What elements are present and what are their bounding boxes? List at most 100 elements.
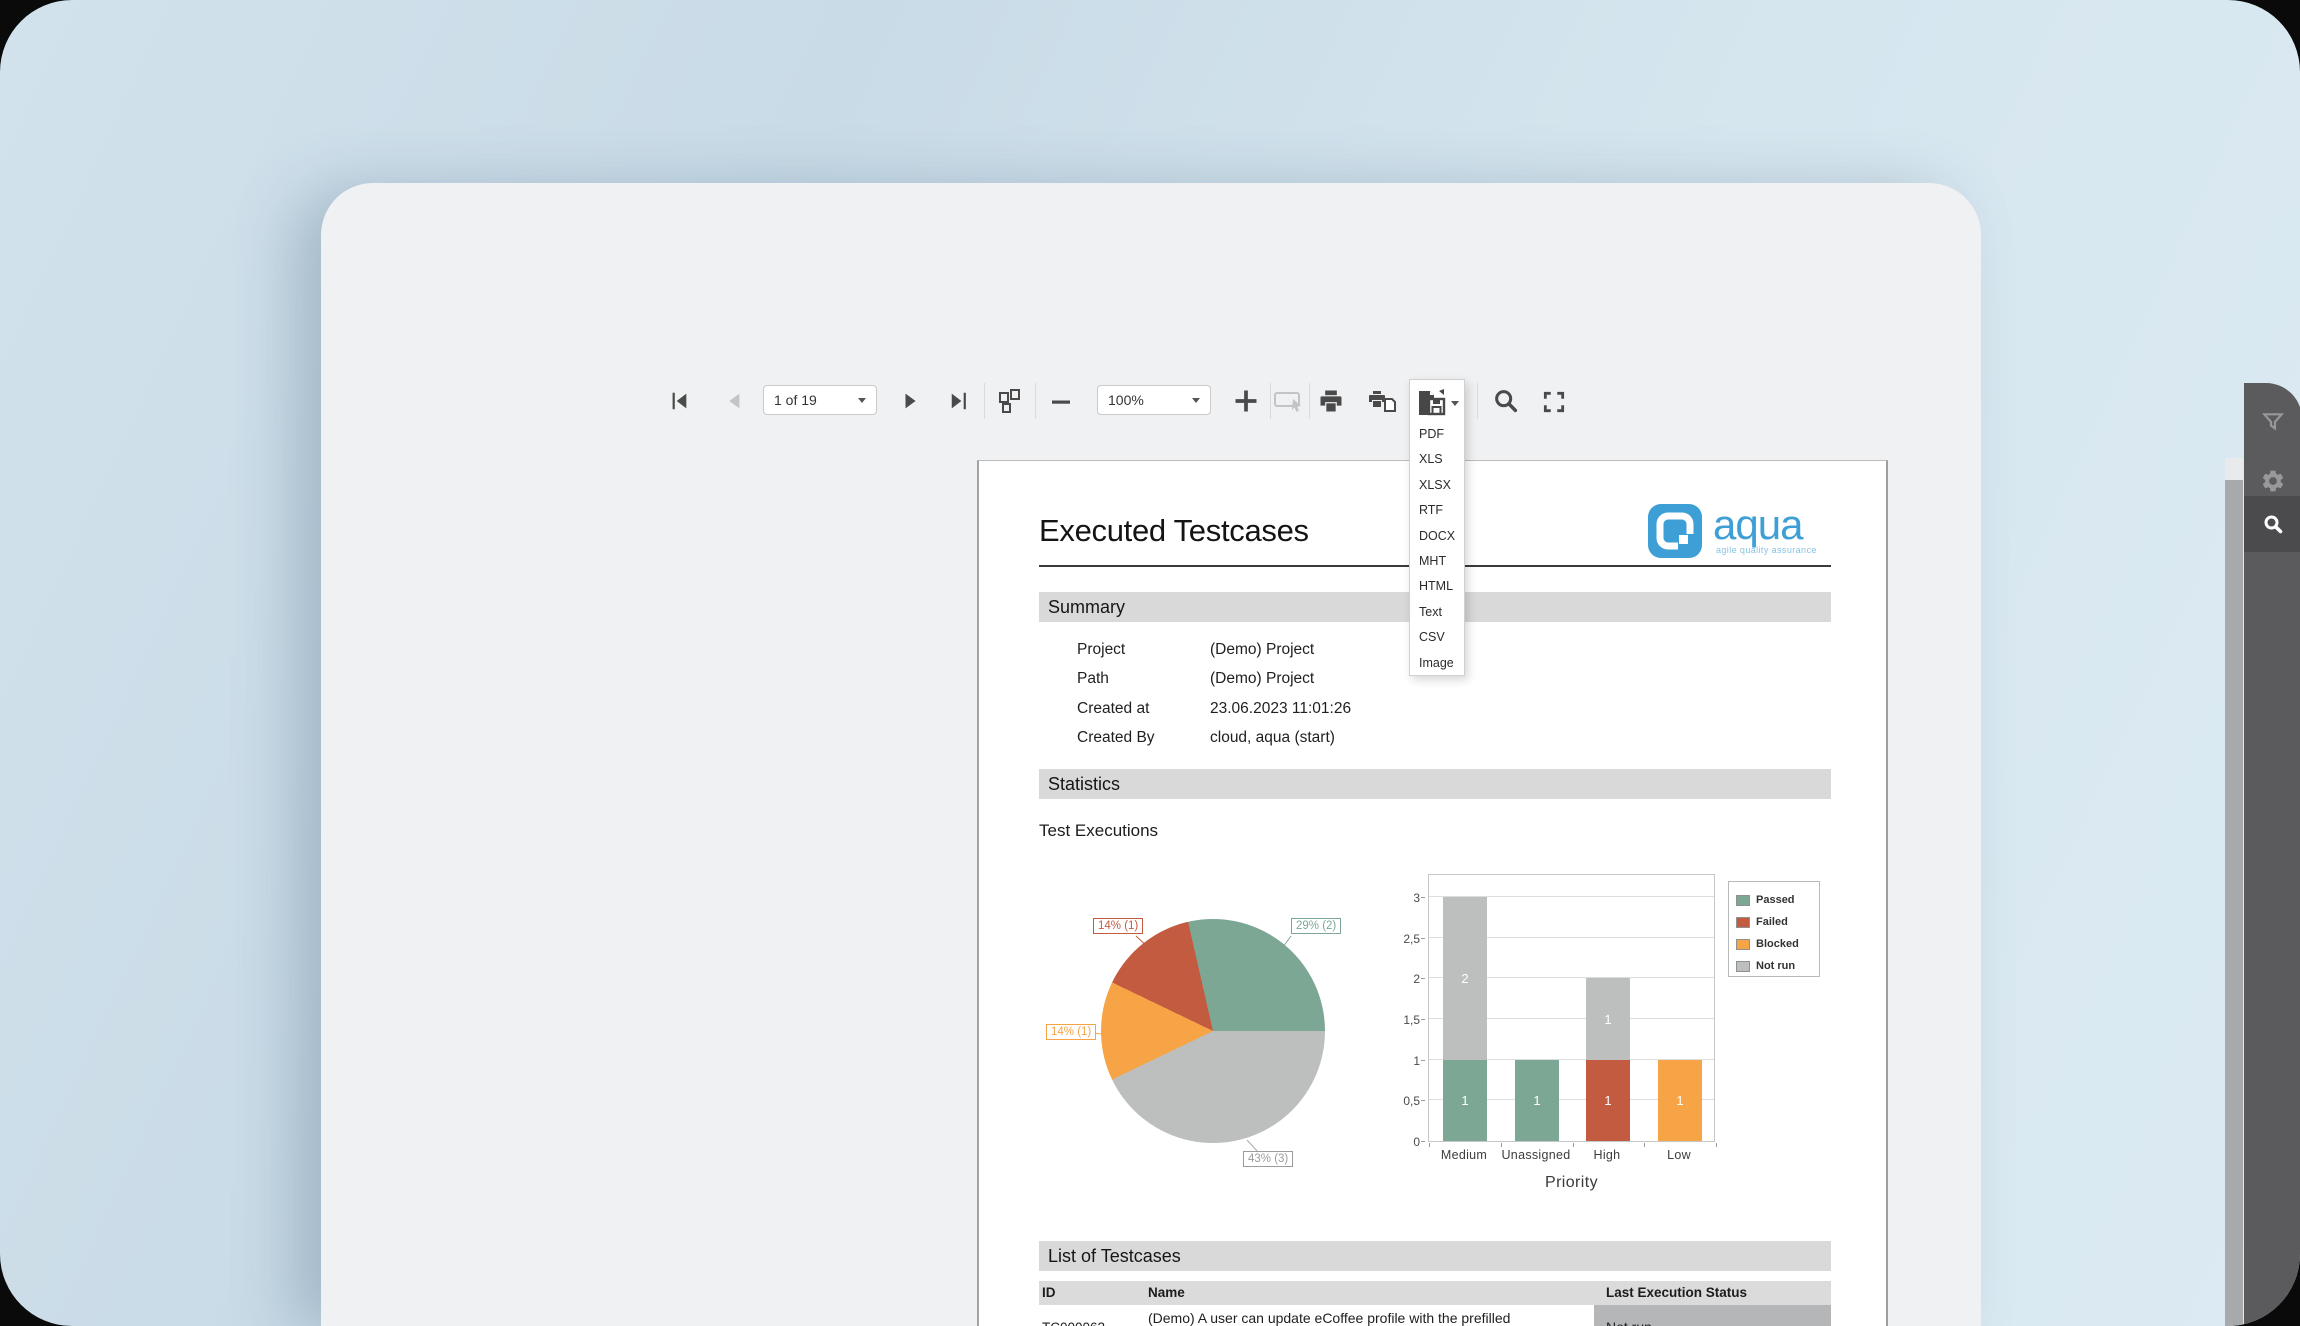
export-dropdown: PDFXLSXLSXRTFDOCXMHTHTMLTextCSVImage	[1409, 379, 1465, 676]
bar-plot: 121111	[1428, 874, 1715, 1142]
toolbar-separator	[1477, 383, 1478, 419]
table-header: ID Name Last Execution Status	[1039, 1281, 1831, 1305]
zoom-select[interactable]: 100%	[1097, 385, 1211, 415]
fullscreen-icon	[1541, 389, 1567, 415]
bar-segment: 1	[1658, 1060, 1702, 1141]
page-select[interactable]: 1 of 19	[763, 385, 877, 415]
legend-swatch	[1736, 917, 1750, 928]
bar-segment: 1	[1515, 1060, 1559, 1141]
legend-swatch	[1736, 939, 1750, 950]
print-page-icon	[1367, 387, 1399, 415]
first-page-button[interactable]	[665, 387, 693, 415]
multipage-view-button[interactable]	[995, 386, 1025, 416]
cell-id: TC000062	[1042, 1305, 1105, 1326]
plus-icon	[1232, 387, 1260, 415]
table-row: TC000062 (Demo) A user can update eCoffee…	[1039, 1305, 1831, 1326]
summary-field: Created at23.06.2023 11:01:26	[1077, 694, 1351, 724]
testcase-table: ID Name Last Execution Status TC000062 (D…	[1039, 1281, 1831, 1326]
last-page-button[interactable]	[945, 387, 975, 415]
toolbar-separator	[984, 383, 985, 419]
previous-page-button[interactable]	[719, 387, 747, 415]
next-page-button[interactable]	[897, 387, 925, 415]
rail-search-button[interactable]	[2244, 496, 2300, 552]
export-option-pdf[interactable]: PDF	[1410, 422, 1464, 447]
vertical-scrollbar-thumb[interactable]	[2225, 480, 2243, 1326]
zoom-select-value: 100%	[1108, 392, 1144, 408]
export-option-mht[interactable]: MHT	[1410, 549, 1464, 574]
summary-field: Path(Demo) Project	[1077, 665, 1351, 695]
caret-down-icon	[1192, 398, 1200, 403]
column-header-id: ID	[1042, 1285, 1056, 1300]
legend-item: Blocked	[1736, 933, 1819, 955]
zoom-in-button[interactable]	[1231, 386, 1261, 416]
export-option-xlsx[interactable]: XLSX	[1410, 473, 1464, 498]
screenshot: 1 of 19 100%	[0, 0, 2300, 1326]
export-option-rtf[interactable]: RTF	[1410, 498, 1464, 523]
multipage-view-icon	[997, 388, 1023, 414]
pie-label-notrun: 43% (3)	[1243, 1151, 1293, 1167]
export-option-image[interactable]: Image	[1410, 651, 1464, 676]
bar-segment: 1	[1586, 1060, 1630, 1141]
caret-down-icon	[1451, 401, 1459, 406]
chart-legend: PassedFailedBlockedNot run	[1728, 881, 1820, 977]
column-header-status: Last Execution Status	[1606, 1285, 1747, 1300]
side-rail	[2244, 383, 2300, 1326]
pie-chart: 14% (1) 29% (2) 14% (1) 43% (3)	[1039, 874, 1383, 1204]
magnifier-icon	[1492, 387, 1520, 415]
page-title: Executed Testcases	[1039, 513, 1309, 549]
export-option-text[interactable]: Text	[1410, 600, 1464, 625]
statistics-section-heading: Statistics	[1039, 769, 1831, 799]
minus-icon	[1049, 390, 1073, 414]
bar-chart-x-label: Priority	[1428, 1174, 1715, 1192]
export-document-icon	[1417, 389, 1447, 417]
search-icon	[2261, 512, 2285, 536]
last-page-icon	[947, 390, 973, 412]
summary-fields: Project(Demo) ProjectPath(Demo) ProjectC…	[1077, 635, 1351, 753]
gear-icon	[2260, 468, 2286, 494]
legend-swatch	[1736, 895, 1750, 906]
legend-item: Passed	[1736, 889, 1819, 911]
print-icon	[1317, 387, 1345, 415]
cell-status: Not run	[1594, 1305, 1831, 1326]
testcases-section-heading: List of Testcases	[1039, 1241, 1831, 1271]
report-viewer-window: 1 of 19 100%	[321, 183, 1981, 1326]
aqua-logo-word: aqua	[1713, 501, 1802, 549]
bar-segment: 1	[1443, 1060, 1487, 1141]
pie-label-passed: 29% (2)	[1291, 918, 1341, 934]
bar-chart-x-axis: MediumUnassignedHighLow	[1428, 1148, 1715, 1168]
page-select-value: 1 of 19	[774, 392, 817, 408]
export-option-xls[interactable]: XLS	[1410, 447, 1464, 472]
aqua-logo-icon	[1648, 504, 1702, 558]
selection-icon	[1273, 389, 1305, 413]
export-option-html[interactable]: HTML	[1410, 574, 1464, 599]
print-page-button[interactable]	[1365, 386, 1401, 416]
highlight-editing-fields-button[interactable]	[1271, 388, 1307, 414]
filter-icon	[2260, 410, 2286, 436]
bar-segment: 2	[1443, 897, 1487, 1060]
summary-field: Project(Demo) Project	[1077, 635, 1351, 665]
fullscreen-button[interactable]	[1538, 387, 1570, 417]
toolbar-separator	[1035, 383, 1036, 419]
legend-swatch	[1736, 961, 1750, 972]
previous-page-icon	[722, 390, 744, 412]
testcase-table-body: TC000062 (Demo) A user can update eCoffee…	[1039, 1305, 1831, 1326]
pie-label-failed: 14% (1)	[1093, 918, 1143, 934]
cell-name: (Demo) A user can update eCoffee profile…	[1148, 1305, 1572, 1326]
legend-item: Not run	[1736, 955, 1819, 977]
aqua-logo-tagline: agile quality assurance	[1716, 545, 1817, 555]
bar-segment: 1	[1586, 978, 1630, 1059]
zoom-out-button[interactable]	[1047, 389, 1075, 415]
export-menu: PDFXLSXLSXRTFDOCXMHTHTMLTextCSVImage	[1410, 422, 1464, 676]
next-page-icon	[900, 390, 922, 412]
print-button[interactable]	[1315, 386, 1347, 416]
export-option-docx[interactable]: DOCX	[1410, 524, 1464, 549]
caret-down-icon	[858, 398, 866, 403]
export-document-button[interactable]	[1417, 389, 1447, 417]
column-header-name: Name	[1148, 1285, 1185, 1300]
filter-button[interactable]	[2244, 395, 2300, 451]
test-executions-subheading: Test Executions	[1039, 821, 1158, 841]
search-button[interactable]	[1489, 386, 1523, 416]
legend-item: Failed	[1736, 911, 1819, 933]
export-option-csv[interactable]: CSV	[1410, 625, 1464, 650]
bar-chart-y-axis: 00,511,522,53	[1403, 874, 1425, 1142]
